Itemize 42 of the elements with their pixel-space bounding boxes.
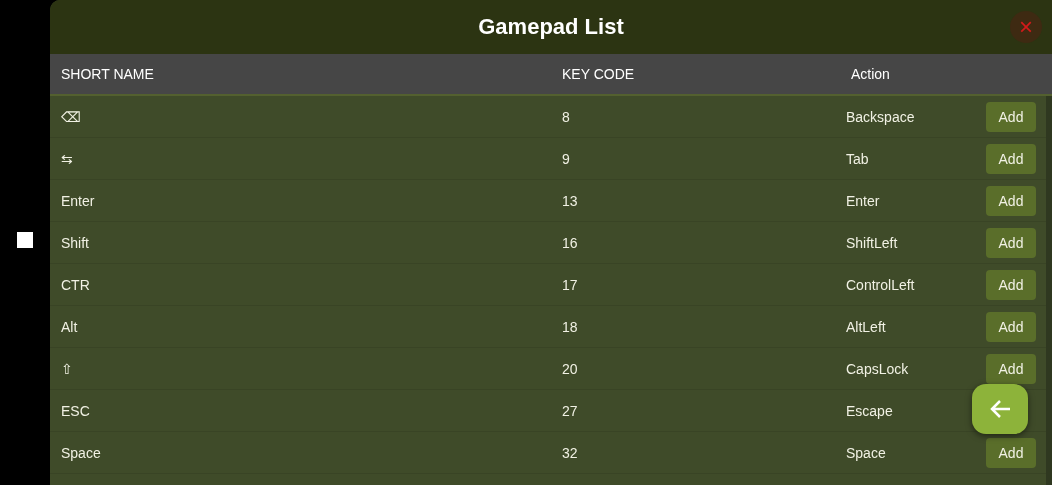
table-cell-text: Space xyxy=(61,444,102,461)
add-button[interactable]: Add xyxy=(986,311,1036,342)
table-cell-text: 9 xyxy=(562,150,571,167)
column-header: KEY CODE xyxy=(562,66,636,82)
table-cell-text: Enter xyxy=(61,192,96,209)
table-cell-text: 8 xyxy=(562,108,571,125)
table-cell-text: 27 xyxy=(562,402,579,419)
table-cell-text: CapsLock xyxy=(846,360,910,377)
column-header: SHORT NAME xyxy=(61,66,155,82)
table-cell-text: 32 xyxy=(562,444,579,461)
table-cell-text: ⌫ xyxy=(61,108,82,125)
dialog-title: Gamepad List xyxy=(478,14,624,40)
table-cell-text: Space xyxy=(846,444,887,461)
table-cell-text: Tab xyxy=(846,150,870,167)
table-cell-text: 20 xyxy=(562,360,579,377)
table-cell-text: CTR xyxy=(61,276,91,293)
table-cell-text: Enter xyxy=(846,192,881,209)
table-cell-text: Shift xyxy=(61,234,90,251)
add-button[interactable]: Add xyxy=(986,269,1036,300)
table-cell-text: ⇧ xyxy=(61,360,74,377)
table-cell-text: 18 xyxy=(562,318,579,335)
back-button[interactable] xyxy=(972,384,1028,434)
square-marker xyxy=(17,232,33,248)
table-cell-text: 16 xyxy=(562,234,579,251)
table-cell-text: AltLeft xyxy=(846,318,887,335)
table-cell-text: 13 xyxy=(562,192,579,209)
add-button[interactable]: Add xyxy=(986,185,1036,216)
table-cell-text: ESC xyxy=(61,402,91,419)
table-cell-text: ⇆ xyxy=(61,150,74,167)
table-cell-text: Backspace xyxy=(846,108,916,125)
add-button[interactable]: Add xyxy=(986,101,1036,132)
table-cell-text: Escape xyxy=(846,402,894,419)
table-cell-text: ShiftLeft xyxy=(846,234,899,251)
table-cell-text: ControlLeft xyxy=(846,276,916,293)
table-cell-text: Alt xyxy=(61,318,79,335)
table-cell-text: 17 xyxy=(562,276,579,293)
add-button[interactable]: Add xyxy=(986,437,1036,468)
add-button[interactable]: Add xyxy=(986,353,1036,384)
back-arrow-icon xyxy=(989,399,1011,419)
add-button[interactable]: Add xyxy=(986,143,1036,174)
column-header: Action xyxy=(850,66,891,82)
add-button[interactable]: Add xyxy=(986,227,1036,258)
